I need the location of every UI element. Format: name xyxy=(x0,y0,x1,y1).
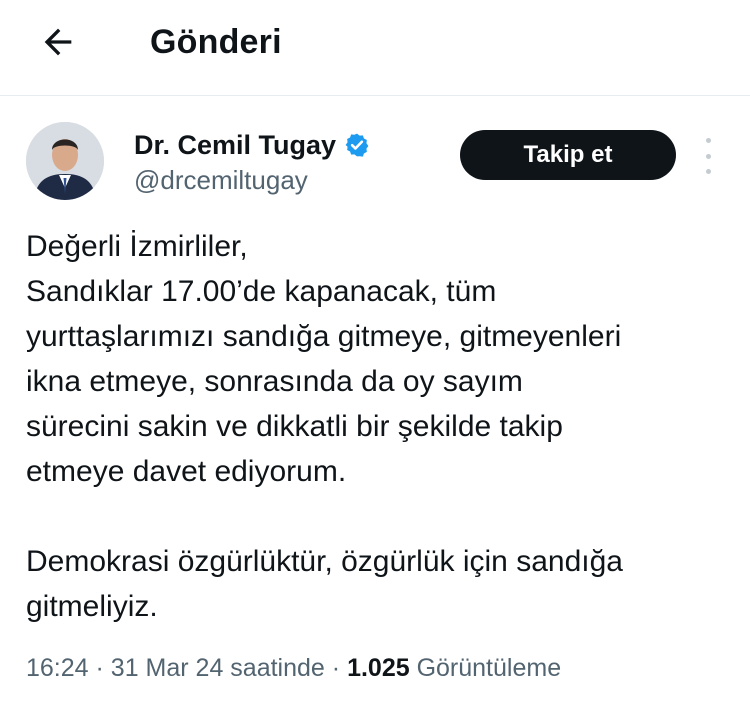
author-name[interactable]: Dr. Cemil Tugay xyxy=(134,128,370,162)
tweet-line: sürecini sakin ve dikkatli bir şekilde t… xyxy=(26,410,563,443)
more-vertical-icon-dot xyxy=(705,153,711,159)
tweet-line: ikna etmeye, sonrasında da oy sayım xyxy=(26,365,523,398)
tweet-time[interactable]: 16:24 xyxy=(26,654,89,682)
more-vertical-icon-dot xyxy=(705,138,711,143)
top-bar: Gönderi xyxy=(0,0,750,96)
author-name-text: Dr. Cemil Tugay xyxy=(134,130,337,160)
tweet-text: Değerli İzmirliler, Sandıklar 17.00’de k… xyxy=(26,224,736,629)
verified-badge-icon xyxy=(345,133,369,157)
view-label: Görüntüleme xyxy=(416,654,562,682)
tweet-line: Demokrasi özgürlüktür, özgürlük için san… xyxy=(26,545,623,578)
more-vertical-icon-dot xyxy=(705,169,711,174)
tweet-line: yurttaşlarımızı sandığa gitmeye, gitmeye… xyxy=(26,320,622,353)
avatar-photo xyxy=(26,122,104,200)
tweet-line: Sandıklar 17.00’de kapanacak, tüm xyxy=(26,275,497,308)
more-options-button[interactable] xyxy=(696,138,720,174)
view-count: 1.025 xyxy=(347,654,410,682)
arrow-left-icon xyxy=(44,28,72,56)
page-title: Gönderi xyxy=(150,23,282,61)
meta-separator: · xyxy=(95,654,104,682)
author-handle[interactable]: @drcemiltugay xyxy=(134,164,308,196)
follow-button[interactable]: Takip et xyxy=(460,130,676,180)
tweet-paragraph-gap xyxy=(26,494,736,539)
tweet-line: Değerli İzmirliler, xyxy=(26,230,248,263)
back-button[interactable] xyxy=(30,14,86,70)
tweet-date[interactable]: 31 Mar 24 saatinde xyxy=(111,654,325,682)
author-avatar[interactable] xyxy=(26,122,104,200)
tweet-meta: 16:24 · 31 Mar 24 saatinde · 1.025 Görün… xyxy=(26,650,561,686)
meta-separator: · xyxy=(331,654,341,682)
tweet-line: etmeye davet ediyorum. xyxy=(26,455,347,488)
tweet-line: gitmeliyiz. xyxy=(26,590,158,623)
